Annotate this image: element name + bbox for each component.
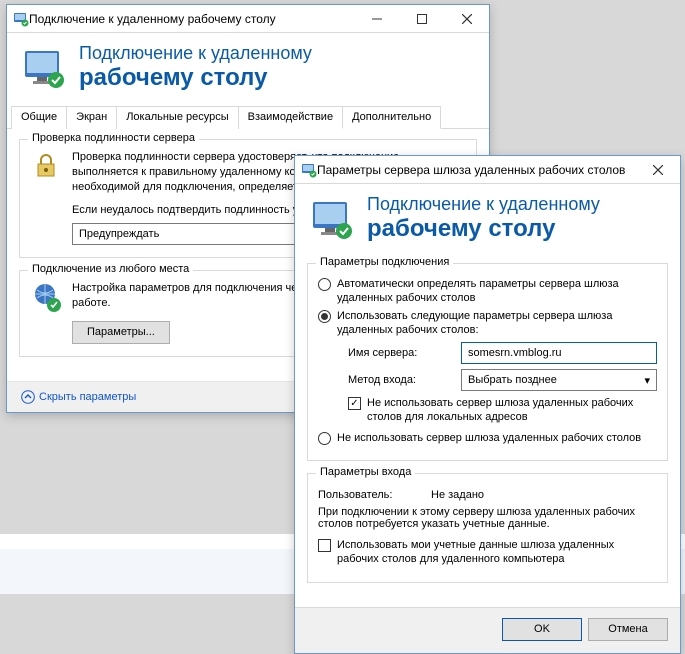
radio-use-settings[interactable]: Использовать следующие параметры сервера… [318,309,657,338]
hide-options-label: Скрыть параметры [39,391,136,403]
checkbox-share-creds[interactable]: Использовать мои учетные данные шлюза уд… [318,538,657,567]
radio-icon [318,432,331,445]
checkbox-icon: ✓ [348,397,361,410]
group-login-settings: Параметры входа Пользователь: Не задано … [307,473,668,583]
group-legend: Проверка подлинности сервера [28,132,199,144]
login-method-select[interactable]: Выбрать позднее ▾ [461,369,657,391]
banner-line1: Подключение к удаленному [367,194,600,215]
rdp-app-icon [301,162,317,178]
titlebar[interactable]: Параметры сервера шлюза удаленных рабочи… [295,156,680,184]
user-value: Не задано [431,489,484,501]
auth-action-select[interactable]: Предупреждать ▾ [72,223,312,245]
radio-label: Автоматически определять параметры серве… [337,277,657,306]
banner-line2: рабочему столу [367,215,600,243]
tab-display[interactable]: Экран [66,106,117,129]
checkbox-label: Не использовать сервер шлюза удаленных р… [367,396,657,425]
tab-general[interactable]: Общие [11,106,67,129]
radio-label: Не использовать сервер шлюза удаленных р… [337,431,641,445]
server-name-value: somesrn.vmblog.ru [468,347,562,359]
rdp-banner-icon [23,47,65,89]
radio-no-gateway[interactable]: Не использовать сервер шлюза удаленных р… [318,431,657,445]
titlebar[interactable]: Подключение к удаленному рабочему столу [7,5,489,33]
radio-label: Использовать следующие параметры сервера… [337,309,657,338]
tab-experience[interactable]: Взаимодействие [238,106,343,129]
tab-advanced[interactable]: Дополнительно [342,106,441,129]
checkbox-label: Использовать мои учетные данные шлюза уд… [337,538,657,567]
lock-icon [30,150,62,245]
chevron-up-icon [21,390,35,404]
login-method-value: Выбрать позднее [468,374,557,386]
checkbox-icon [318,539,331,552]
server-name-label: Имя сервера: [348,347,453,359]
rdp-banner-icon [311,198,353,240]
auth-action-value: Предупреждать [79,227,159,242]
group-legend: Подключение из любого места [28,263,193,275]
maximize-button[interactable] [399,5,444,33]
rdp-app-icon [13,11,29,27]
tab-local-resources[interactable]: Локальные ресурсы [116,106,238,129]
close-button[interactable] [444,5,489,33]
user-label: Пользователь: [318,489,423,501]
checkbox-bypass-local[interactable]: ✓ Не использовать сервер шлюза удаленных… [348,396,657,425]
banner-line1: Подключение к удаленному [79,43,312,64]
tab-strip: Общие Экран Локальные ресурсы Взаимодейс… [7,105,489,129]
window-title: Параметры сервера шлюза удаленных рабочи… [317,163,635,177]
banner: Подключение к удаленному рабочему столу [7,33,489,106]
gateway-settings-dialog: Параметры сервера шлюза удаленных рабочи… [294,155,681,654]
group-connection-settings: Параметры подключения Автоматически опре… [307,263,668,461]
server-name-input[interactable]: somesrn.vmblog.ru [461,342,657,364]
radio-icon [318,278,331,291]
ok-button[interactable]: OK [502,618,582,641]
globe-icon [30,281,62,344]
gateway-settings-button[interactable]: Параметры... [72,321,170,344]
group-legend: Параметры подключения [316,256,453,268]
banner: Подключение к удаленному рабочему столу [295,184,680,257]
chevron-down-icon: ▾ [644,374,650,387]
cancel-button[interactable]: Отмена [588,618,668,641]
radio-auto-detect[interactable]: Автоматически определять параметры серве… [318,277,657,306]
radio-icon [318,310,331,323]
minimize-button[interactable] [354,5,399,33]
login-method-label: Метод входа: [348,374,453,386]
window-title: Подключение к удаленному рабочему столу [29,12,354,26]
group-legend: Параметры входа [316,466,415,478]
close-button[interactable] [635,156,680,184]
banner-line2: рабочему столу [79,64,312,92]
login-desc: При подключении к этому серверу шлюза уд… [318,506,657,530]
